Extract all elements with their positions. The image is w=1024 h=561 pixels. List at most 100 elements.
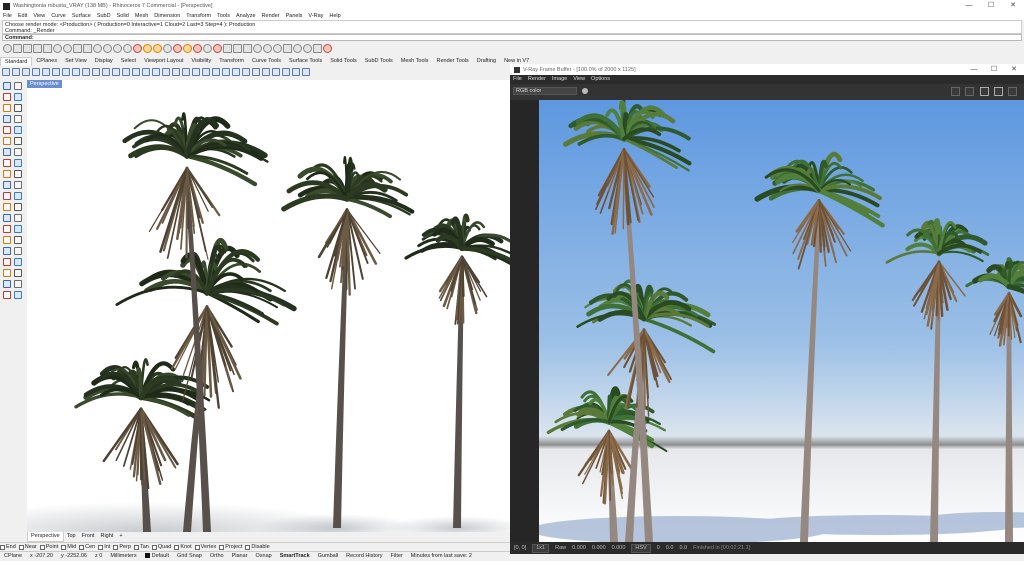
explode-icon[interactable] <box>252 68 260 76</box>
vray-interactive-icon[interactable] <box>303 44 312 53</box>
tool-icon[interactable] <box>14 280 22 288</box>
vfb-minimize-button[interactable]: — <box>964 64 984 75</box>
cloud-icon[interactable] <box>53 44 62 53</box>
tool-icon[interactable] <box>14 225 22 233</box>
tool-icon[interactable] <box>14 236 22 244</box>
tab-select[interactable]: Select <box>117 57 140 65</box>
tool-icon[interactable] <box>3 225 11 233</box>
four-view-icon[interactable] <box>173 44 182 53</box>
status-smarttrack[interactable]: SmartTrack <box>276 552 314 561</box>
status-grid-snap[interactable]: Grid Snap <box>173 552 206 561</box>
select-icon[interactable] <box>183 44 192 53</box>
hatch-icon[interactable] <box>292 68 300 76</box>
tool-icon[interactable] <box>14 247 22 255</box>
status-units[interactable]: Millimeters <box>106 552 140 561</box>
save-icon[interactable] <box>23 44 32 53</box>
save-image-icon[interactable] <box>951 87 960 96</box>
scale-icon[interactable] <box>192 68 200 76</box>
options-icon[interactable] <box>273 44 282 53</box>
tool-icon[interactable] <box>3 115 11 123</box>
copy-icon[interactable] <box>73 44 82 53</box>
color-space-select[interactable]: HSV <box>631 544 650 553</box>
curve-icon[interactable] <box>22 68 30 76</box>
trim-icon[interactable] <box>232 68 240 76</box>
tool-icon[interactable] <box>14 137 22 145</box>
tab-front[interactable]: Front <box>79 532 98 541</box>
color-picker-icon[interactable] <box>582 88 588 94</box>
tool-icon[interactable] <box>3 291 11 299</box>
render-icon[interactable] <box>994 87 1003 96</box>
box-icon[interactable] <box>82 68 90 76</box>
tab-surface-tools[interactable]: Surface Tools <box>285 57 326 65</box>
undo-icon[interactable] <box>93 44 102 53</box>
loft-icon[interactable] <box>122 68 130 76</box>
menu-panels[interactable]: Panels <box>283 12 306 20</box>
tool-icon[interactable] <box>14 159 22 167</box>
minimize-button[interactable]: — <box>958 0 980 12</box>
extrude-icon[interactable] <box>112 68 120 76</box>
tool-icon[interactable] <box>3 258 11 266</box>
tab-render-tools[interactable]: Render Tools <box>432 57 472 65</box>
zoom-extents-icon[interactable] <box>143 44 152 53</box>
array-icon[interactable] <box>212 68 220 76</box>
tool-icon[interactable] <box>14 115 22 123</box>
vray-render-icon[interactable] <box>293 44 302 53</box>
tool-icon[interactable] <box>3 181 11 189</box>
tool-icon[interactable] <box>3 148 11 156</box>
status-filter[interactable]: Filter <box>387 552 407 561</box>
menu-subd[interactable]: SubD <box>94 12 114 20</box>
vfb-menu-render[interactable]: Render <box>525 75 549 84</box>
tool-icon[interactable] <box>14 291 22 299</box>
tool-icon[interactable] <box>3 247 11 255</box>
zoom-window-icon[interactable] <box>133 44 142 53</box>
tool-icon[interactable] <box>3 137 11 145</box>
menu-solid[interactable]: Solid <box>114 12 132 20</box>
status-record-history[interactable]: Record History <box>342 552 386 561</box>
join-icon[interactable] <box>242 68 250 76</box>
vfb-menu-file[interactable]: File <box>510 75 525 84</box>
vfb-menu-image[interactable]: Image <box>549 75 570 84</box>
tool-icon[interactable] <box>3 93 11 101</box>
vfb-maximize-button[interactable]: ☐ <box>984 64 1004 75</box>
cylinder-icon[interactable] <box>102 68 110 76</box>
tab-transform[interactable]: Transform <box>215 57 248 65</box>
menu-render[interactable]: Render <box>259 12 283 20</box>
sphere-icon[interactable] <box>92 68 100 76</box>
menu-file[interactable]: File <box>0 12 15 20</box>
tab-set-view[interactable]: Set View <box>61 57 91 65</box>
tool-icon[interactable] <box>3 203 11 211</box>
menu-dimension[interactable]: Dimension <box>151 12 183 20</box>
tool-icon[interactable] <box>14 181 22 189</box>
import-icon[interactable] <box>43 44 52 53</box>
point-icon[interactable] <box>2 68 10 76</box>
perspective-viewport[interactable]: Perspective <box>27 80 510 532</box>
stop-render-icon[interactable] <box>1008 87 1017 96</box>
status-planar[interactable]: Planar <box>228 552 252 561</box>
tab-viewport-layout[interactable]: Viewport Layout <box>140 57 187 65</box>
tool-icon[interactable] <box>14 214 22 222</box>
command-input[interactable]: Command: <box>2 34 1022 41</box>
menu-surface[interactable]: Surface <box>69 12 94 20</box>
move-icon[interactable] <box>162 68 170 76</box>
vfb-menu-options[interactable]: Options <box>588 75 613 84</box>
tool-icon[interactable] <box>3 104 11 112</box>
menu-tools[interactable]: Tools <box>214 12 233 20</box>
group-icon[interactable] <box>262 68 270 76</box>
copy-transform-icon[interactable] <box>172 68 180 76</box>
tool-icon[interactable] <box>3 236 11 244</box>
raw-mode[interactable]: Raw <box>555 542 566 554</box>
channel-select[interactable]: RGB color <box>513 87 577 95</box>
circle-icon[interactable] <box>32 68 40 76</box>
clear-image-icon[interactable] <box>965 87 974 96</box>
status-ortho[interactable]: Ortho <box>206 552 228 561</box>
tab-visibility[interactable]: Visibility <box>187 57 215 65</box>
zoom-icon[interactable] <box>123 44 132 53</box>
tool-icon[interactable] <box>14 82 22 90</box>
tool-icon[interactable] <box>3 214 11 222</box>
lock-icon[interactable] <box>213 44 222 53</box>
hide-icon[interactable] <box>193 44 202 53</box>
menu-edit[interactable]: Edit <box>15 12 30 20</box>
sweep-icon[interactable] <box>132 68 140 76</box>
tool-icon[interactable] <box>14 170 22 178</box>
tool-icon[interactable] <box>14 104 22 112</box>
